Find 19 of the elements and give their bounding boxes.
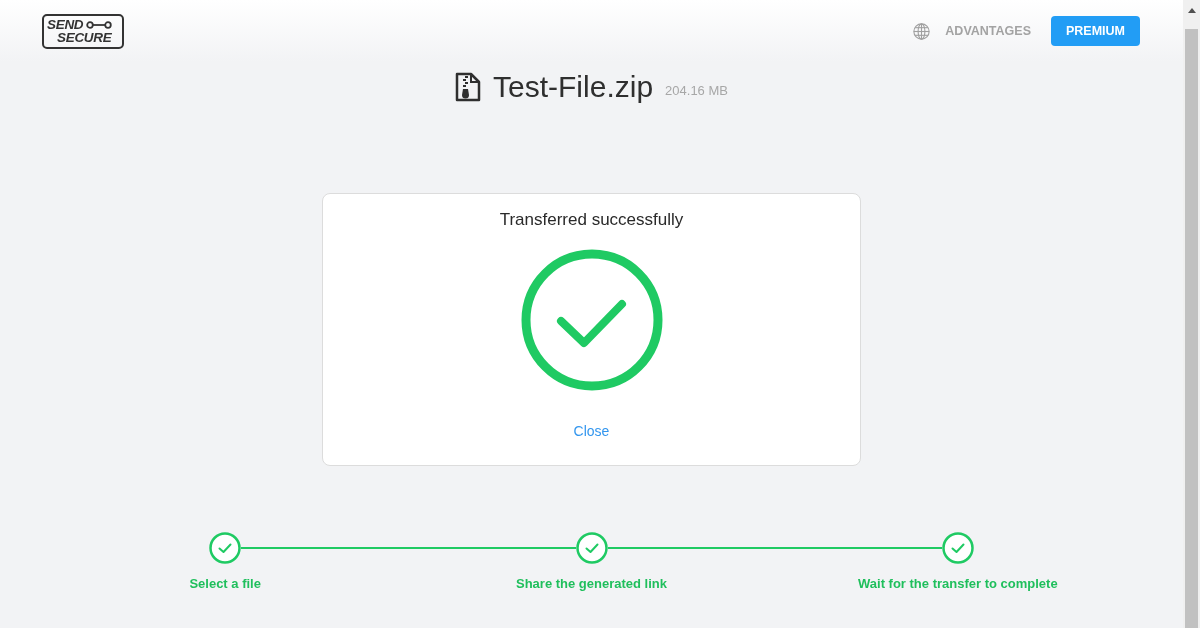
zip-file-icon xyxy=(455,72,482,102)
premium-button[interactable]: PREMIUM xyxy=(1051,16,1140,46)
close-link[interactable]: Close xyxy=(573,421,610,442)
logo-text: SEND xyxy=(47,18,84,31)
logo-text: SECURE xyxy=(56,31,113,44)
scroll-up-arrow-icon[interactable] xyxy=(1187,8,1196,13)
advantages-link[interactable]: ADVANTAGES xyxy=(945,21,1031,41)
file-name: Test-File.zip xyxy=(493,72,654,102)
step-label: Select a file xyxy=(189,575,261,593)
step-label: Share the generated link xyxy=(516,575,667,593)
file-size: 204.16 MB xyxy=(665,82,728,101)
scrollbar[interactable] xyxy=(1183,0,1200,628)
dialog-title: Transferred successfully xyxy=(499,209,684,231)
scrollbar-thumb[interactable] xyxy=(1185,29,1198,628)
step-label: Wait for the transfer to complete xyxy=(858,575,1058,593)
logo[interactable]: SEND SECURE xyxy=(42,13,124,49)
connector-icon xyxy=(86,20,113,29)
check-circle-icon xyxy=(520,249,663,391)
globe-icon[interactable] xyxy=(913,22,931,40)
